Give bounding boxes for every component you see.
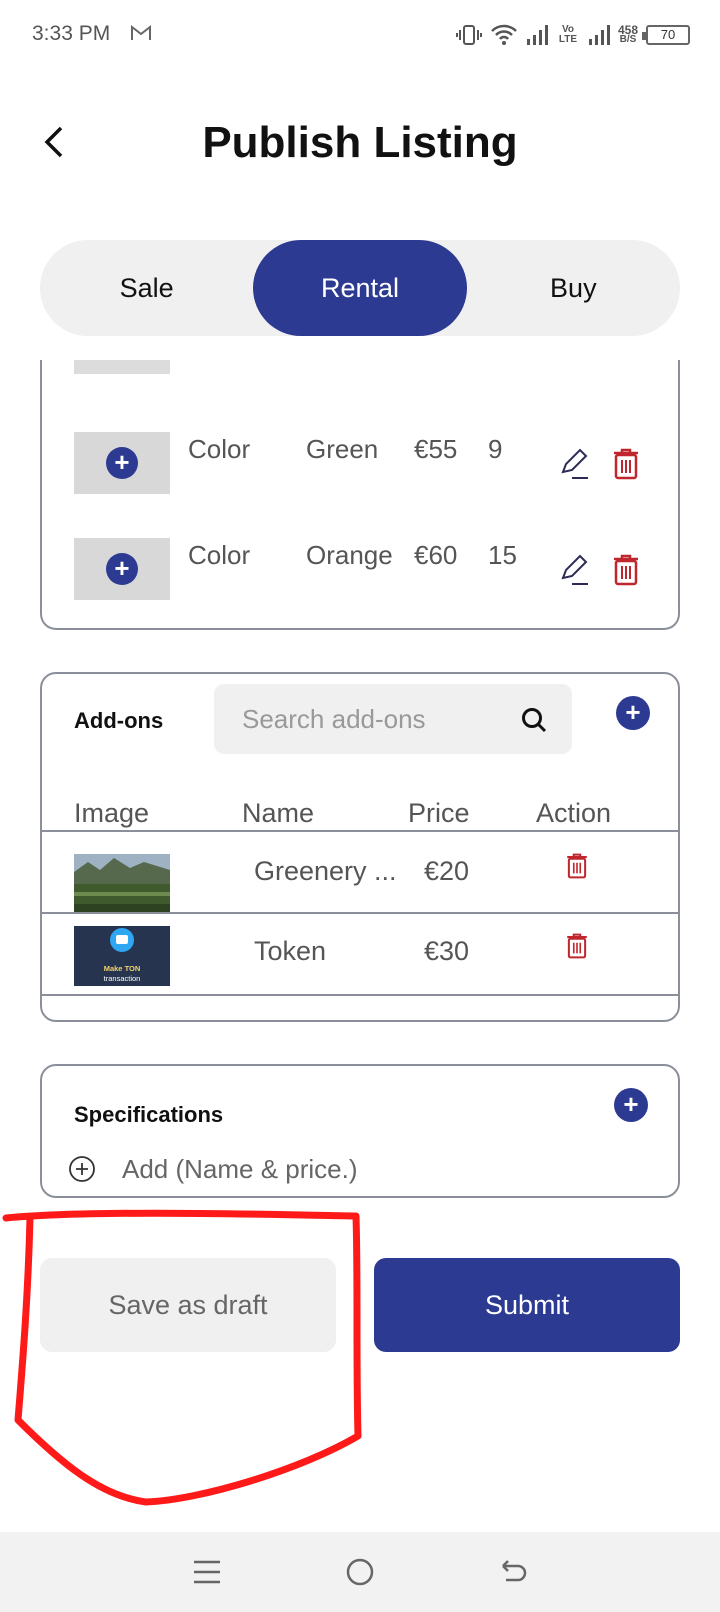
addon-price: €30 bbox=[424, 936, 470, 966]
trash-icon bbox=[614, 448, 638, 480]
addon-image-caption-2: transaction bbox=[104, 974, 141, 983]
variant-thumb-partial bbox=[74, 360, 170, 374]
add-specification-row[interactable]: Add (Name & price.) bbox=[68, 1144, 358, 1194]
delete-variant-button[interactable] bbox=[608, 446, 644, 482]
addon-name: Token bbox=[254, 936, 327, 966]
red-annotation-outline bbox=[2, 1209, 362, 1506]
specifications-card: Specifications + Add (Name & price.) bbox=[40, 1064, 680, 1198]
addons-card: Add-ons + Image Name Price Action Greene… bbox=[40, 672, 680, 1022]
column-header-name: Name bbox=[242, 798, 315, 828]
home-circle-icon bbox=[346, 1558, 374, 1586]
trash-icon bbox=[567, 933, 587, 959]
column-header-action: Action bbox=[536, 798, 612, 828]
addon-name: Greenery ... bbox=[254, 856, 397, 886]
search-icon[interactable] bbox=[520, 706, 548, 734]
gmail-icon bbox=[131, 24, 151, 40]
back-arrow-icon bbox=[502, 1560, 527, 1582]
status-icons: Vo LTE 458 B/S 70 bbox=[455, 20, 690, 50]
addon-price: €20 bbox=[424, 856, 470, 886]
status-time: 3:33 PM bbox=[32, 22, 111, 45]
save-draft-button[interactable]: Save as draft bbox=[40, 1258, 336, 1352]
pencil-icon bbox=[561, 554, 588, 585]
column-header-price: Price bbox=[408, 798, 470, 828]
addon-image-landscape bbox=[74, 854, 170, 914]
add-image-icon: + bbox=[106, 447, 138, 479]
trash-icon bbox=[614, 554, 638, 586]
system-nav-bar bbox=[0, 1532, 720, 1612]
variants-card: + Color Green €55 9 + Color Orange €60 1… bbox=[40, 360, 680, 630]
tab-buy[interactable]: Buy bbox=[467, 240, 680, 336]
header: Publish Listing bbox=[0, 100, 720, 190]
addons-label: Add-ons bbox=[74, 708, 164, 733]
trash-icon bbox=[567, 853, 587, 879]
page-title: Publish Listing bbox=[202, 118, 518, 167]
column-header-image: Image bbox=[74, 798, 150, 828]
variant-value: Orange bbox=[306, 540, 393, 570]
edit-variant-button[interactable] bbox=[556, 446, 592, 482]
add-circle-outline-icon bbox=[69, 1156, 95, 1182]
listing-type-tabs: Sale Rental Buy bbox=[40, 240, 680, 336]
pencil-icon bbox=[561, 448, 588, 479]
tab-rental[interactable]: Rental bbox=[253, 240, 467, 336]
wifi-icon bbox=[491, 24, 517, 45]
status-bar: 3:33 PM Vo LTE 458 B/S 70 bbox=[0, 0, 720, 72]
tab-sale[interactable]: Sale bbox=[40, 240, 253, 336]
variant-price: €55 bbox=[414, 434, 458, 464]
add-specification-prompt: Add (Name & price.) bbox=[122, 1153, 358, 1184]
add-specification-button[interactable]: + bbox=[614, 1088, 648, 1122]
delete-variant-button[interactable] bbox=[608, 552, 644, 588]
variant-qty: 15 bbox=[488, 540, 517, 570]
menu-icon bbox=[193, 1560, 220, 1584]
addon-image-token: Make TON transaction bbox=[74, 926, 170, 986]
variant-qty: 9 bbox=[488, 434, 503, 464]
divider bbox=[42, 830, 678, 832]
divider bbox=[42, 912, 678, 914]
battery-icon: 70 bbox=[642, 25, 690, 45]
addon-image-caption: Make TON bbox=[104, 964, 141, 973]
variant-attribute: Color bbox=[188, 540, 251, 570]
delete-addon-button[interactable] bbox=[562, 850, 592, 882]
variant-attribute: Color bbox=[188, 434, 251, 464]
edit-variant-button[interactable] bbox=[556, 552, 592, 588]
net-speed-unit: B/S bbox=[619, 34, 637, 45]
recent-apps-button[interactable] bbox=[187, 1552, 227, 1592]
submit-button[interactable]: Submit bbox=[374, 1258, 680, 1352]
variant-row: + Color Green €55 9 bbox=[42, 432, 678, 496]
variant-value: Green bbox=[306, 434, 379, 464]
addons-search-input[interactable] bbox=[214, 684, 504, 754]
battery-level: 70 bbox=[660, 27, 676, 42]
variant-price: €60 bbox=[414, 540, 458, 570]
add-image-icon: + bbox=[106, 553, 138, 585]
signal-icon-2 bbox=[588, 25, 610, 45]
variant-image-slot[interactable]: + bbox=[74, 432, 170, 494]
add-addon-button[interactable]: + bbox=[616, 696, 650, 730]
delete-addon-button[interactable] bbox=[562, 930, 592, 962]
addons-search bbox=[214, 684, 572, 754]
signal-icon bbox=[526, 25, 548, 45]
back-nav-button[interactable] bbox=[493, 1552, 533, 1592]
vibrate-icon bbox=[455, 25, 482, 45]
net-speed: 458 B/S bbox=[618, 24, 638, 45]
variant-image-slot[interactable]: + bbox=[74, 538, 170, 600]
specifications-label: Specifications bbox=[74, 1102, 224, 1127]
variant-row: + Color Orange €60 15 bbox=[42, 538, 678, 602]
home-button[interactable] bbox=[340, 1552, 380, 1592]
divider bbox=[42, 994, 678, 996]
network-type-label: Vo LTE bbox=[558, 24, 578, 45]
